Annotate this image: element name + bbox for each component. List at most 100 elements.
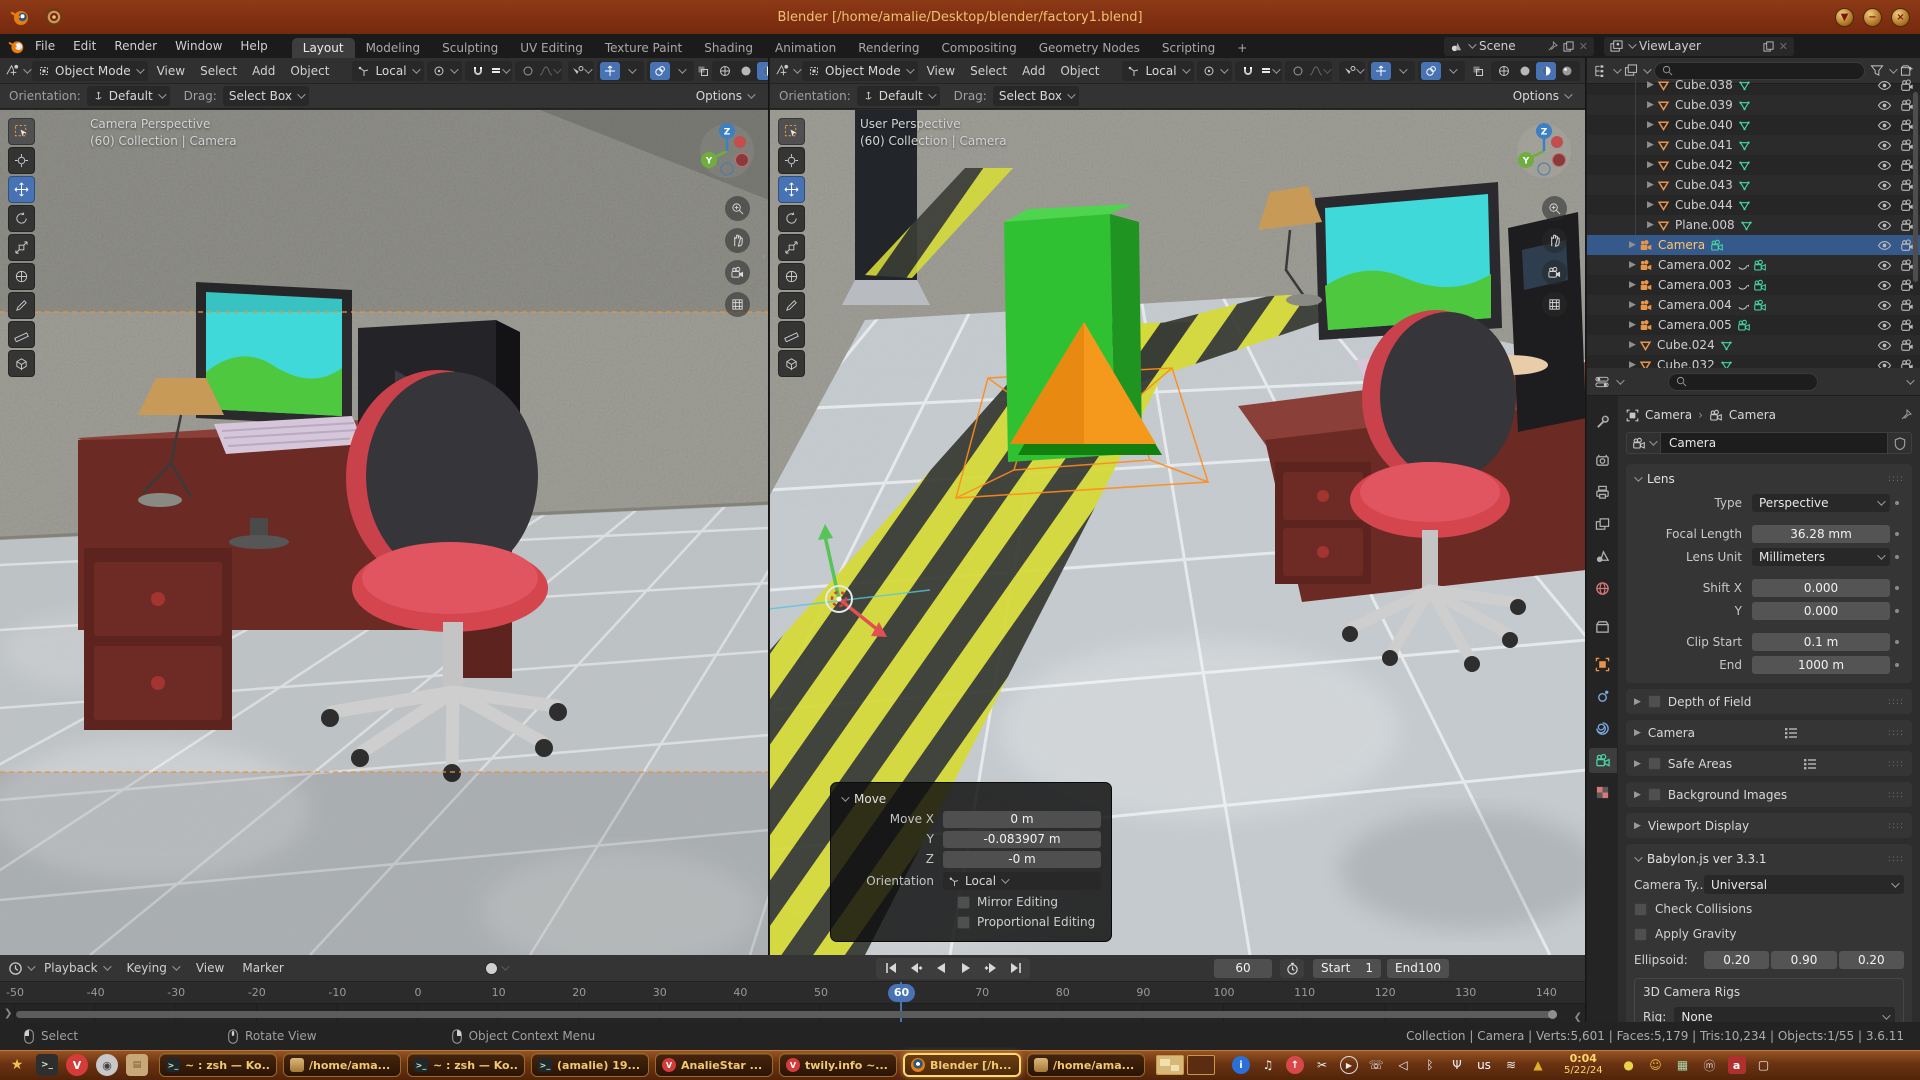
taskbar-window-button[interactable]: twily.info ~... [779,1053,897,1077]
hide-eye-icon[interactable] [1877,319,1892,332]
launcher-vivaldi-icon[interactable]: V [66,1054,88,1076]
close-window-button[interactable]: × [1891,8,1910,27]
shading-wireframe-toggle[interactable] [715,62,735,80]
hide-eye-icon[interactable] [1877,199,1892,212]
outliner-item[interactable]: ▶ Cube.042 [1587,155,1920,175]
viewport-menu-add[interactable]: Add [246,64,281,78]
workspace-tab[interactable]: Animation [764,38,847,58]
workspace-tab[interactable]: Compositing [930,38,1027,58]
drag-mode-dropdown[interactable]: Select Box [223,86,309,106]
disclosure-triangle-icon[interactable]: ▶ [1626,360,1639,368]
properties-tab-view-layer[interactable] [1589,512,1617,537]
prev-keyframe-button[interactable] [904,959,927,978]
disclosure-triangle-icon[interactable]: ▶ [1644,200,1657,210]
overlays-toggle[interactable] [650,62,670,80]
menu-help[interactable]: Help [232,37,275,55]
workspace-tab[interactable]: Shading [693,38,764,58]
minimize-window-button[interactable]: − [1863,8,1882,27]
disclosure-triangle-icon[interactable]: ▶ [1626,340,1639,350]
timeline-menu-keying[interactable]: Keying [120,961,185,975]
hide-eye-icon[interactable] [1877,119,1892,132]
disable-render-icon[interactable] [1900,319,1914,332]
disclosure-triangle-icon[interactable]: ▶ [1644,180,1657,190]
ellipsoid-field[interactable]: 0.20 [1839,951,1904,969]
taskbar-window-button[interactable]: Blender [/h... [903,1053,1021,1077]
disclosure-triangle-icon[interactable]: ▶ [1644,100,1657,110]
snap-settings-dropdown[interactable] [489,62,509,80]
timeline-scrollbar[interactable] [16,1011,1555,1018]
viewport-menu-select[interactable]: Select [964,64,1013,78]
tool-annotate[interactable] [8,292,35,319]
disable-render-icon[interactable] [1900,299,1914,312]
properties-tab-tool[interactable] [1589,410,1617,435]
lens-panel-title[interactable]: Lens [1647,472,1675,486]
drag-orientation-dropdown[interactable]: Default [857,86,940,106]
panel-checkbox[interactable] [1648,695,1661,708]
panel-checkbox[interactable] [1648,788,1661,801]
disclosure-triangle-icon[interactable]: ▶ [1626,260,1639,270]
move-field-value[interactable]: -0 m [943,851,1101,868]
gizmos-toggle[interactable] [600,62,620,80]
editor-type-properties-icon[interactable] [1595,375,1610,389]
upload-icon[interactable]: ↑ [1286,1056,1304,1074]
viewport-menu-select[interactable]: Select [194,64,243,78]
tool-move[interactable] [8,176,35,203]
outliner-item[interactable]: ▶ Camera [1587,235,1920,255]
properties-tab-output[interactable] [1589,480,1617,505]
apply-gravity-checkbox[interactable] [1634,928,1647,941]
move-field-value[interactable]: 0 m [943,811,1101,828]
viewport-left-canvas[interactable]: Camera Perspective (60) Collection | Cam… [0,110,768,955]
fake-user-shield-icon[interactable] [1888,432,1912,454]
copy-icon[interactable] [1763,41,1774,52]
workspace-tab[interactable]: Texture Paint [594,38,693,58]
disable-render-icon[interactable] [1900,119,1914,132]
launcher-archive-icon[interactable]: ▤ [126,1054,148,1076]
move-field-value[interactable]: -0.083907 m [943,831,1101,848]
transform-orientation-dropdown[interactable]: Local [352,61,423,81]
viewport-menu-object[interactable]: Object [1054,64,1105,78]
3d-scene-left[interactable] [0,110,769,955]
disclosure-triangle-icon[interactable]: ▶ [1626,280,1639,290]
outliner-item[interactable]: ▶ Plane.008 [1587,215,1920,235]
timeline-menu-marker[interactable]: Marker [235,961,290,975]
properties-tab-object[interactable] [1589,652,1617,677]
use-preview-range-stopwatch-icon[interactable] [1280,959,1304,978]
disable-render-icon[interactable] [1900,359,1914,369]
scene-selector[interactable]: Scene ✕ [1444,37,1594,56]
shift-y-field[interactable]: 0.000 [1752,602,1890,620]
move-orientation-dropdown[interactable]: Local [943,872,1101,890]
collapsed-panel[interactable]: ▶ Camera :::: [1626,720,1912,745]
navigation-gizmo[interactable]: Z Y [698,122,756,180]
pivot-point-dropdown[interactable] [427,61,462,81]
shading-rendered-toggle[interactable] [1557,62,1577,80]
current-frame-field[interactable]: 60 [1214,959,1272,978]
playhead-frame-badge[interactable]: 60 [888,984,915,1002]
hide-eye-icon[interactable] [1877,139,1892,152]
navigation-gizmo[interactable]: Z Y [1515,122,1573,180]
disclosure-triangle-icon[interactable]: ▶ [1626,300,1639,310]
disclosure-triangle-icon[interactable]: ▶ [1644,220,1657,230]
tool-measure[interactable] [8,321,35,348]
a-letter-icon[interactable]: a [1728,1056,1746,1074]
launcher-media-player-icon[interactable]: ◉ [96,1054,118,1076]
pan-hand-icon[interactable] [1542,228,1567,253]
tool-scale[interactable] [8,234,35,261]
disable-render-icon[interactable] [1900,339,1914,352]
tool-scale[interactable] [778,234,805,261]
disclosure-triangle-icon[interactable]: ▶ [1626,240,1639,250]
proportional-editing-toggle[interactable] [518,62,538,80]
babylon-camera-type-dropdown[interactable]: Universal [1704,875,1904,894]
properties-search-input[interactable] [1692,375,1810,388]
breadcrumb-object[interactable]: Camera [1645,408,1692,422]
tool-add-cube[interactable] [778,350,805,377]
timeline-menu-playback[interactable]: Playback [37,961,116,975]
wifi-icon[interactable]: ≋ [1502,1056,1520,1074]
menu-file[interactable]: File [27,37,63,55]
properties-tab-constraints[interactable] [1589,716,1617,741]
tool-select-box[interactable] [778,118,805,145]
info-icon[interactable]: i [1232,1056,1250,1074]
options-dropdown[interactable]: Options [1507,86,1576,106]
bluetooth-icon[interactable]: ᛒ [1421,1056,1439,1074]
editor-type-3dview-icon[interactable] [5,63,20,78]
proportional-editing-toggle[interactable] [1288,62,1308,80]
